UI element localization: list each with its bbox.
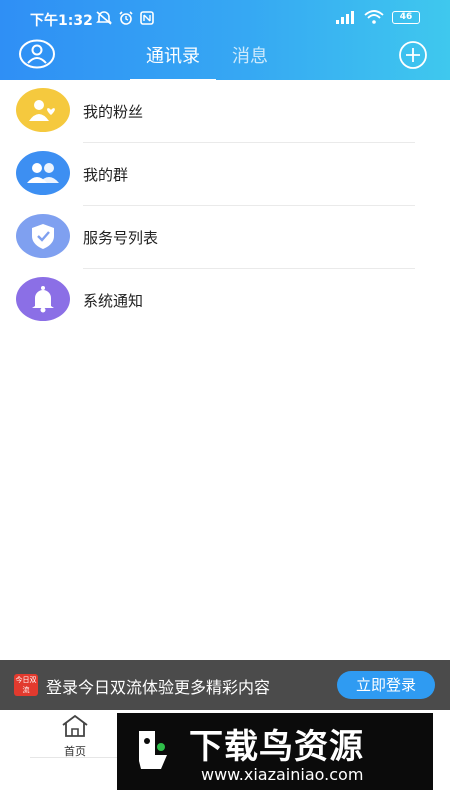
watermark-overlay: 下载鸟资源 www.xiazainiao.com bbox=[117, 713, 433, 790]
add-button[interactable] bbox=[398, 40, 428, 70]
status-time: 下午1:32 bbox=[30, 13, 93, 29]
bell-icon-bg bbox=[16, 277, 70, 321]
list-item-label: 我的粉丝 bbox=[83, 103, 144, 121]
group-icon bbox=[27, 163, 59, 183]
nfc-icon bbox=[140, 11, 154, 25]
plus-circle-icon bbox=[399, 41, 427, 69]
nav-home[interactable]: 首页 bbox=[50, 714, 100, 759]
fans-icon-bg bbox=[16, 88, 70, 132]
list-item-service-accounts[interactable]: 服务号列表 bbox=[0, 206, 450, 269]
app-header: 下午1:32 46 通讯录 消息 bbox=[0, 0, 450, 82]
fans-icon bbox=[29, 100, 55, 121]
login-promo-banner: 今日双流 登录今日双流体验更多精彩内容 立即登录 bbox=[0, 660, 450, 710]
bell-icon bbox=[32, 286, 54, 313]
status-bar: 下午1:32 46 bbox=[0, 0, 450, 36]
tab-messages[interactable]: 消息 bbox=[216, 40, 284, 74]
notification-muted-icon bbox=[96, 11, 112, 25]
list-item-label: 服务号列表 bbox=[83, 229, 159, 247]
app-logo-text: 今日双流 bbox=[15, 676, 37, 694]
alarm-icon bbox=[119, 11, 133, 25]
wifi-icon bbox=[364, 10, 384, 24]
contacts-list: 我的粉丝 我的群 服务号列表 系统通知 bbox=[0, 80, 450, 332]
login-now-button[interactable]: 立即登录 bbox=[337, 671, 435, 699]
tab-contacts[interactable]: 通讯录 bbox=[130, 40, 216, 82]
app-logo: 今日双流 bbox=[14, 674, 38, 696]
list-item-groups[interactable]: 我的群 bbox=[0, 143, 450, 206]
divider bbox=[30, 757, 120, 758]
list-item-fans[interactable]: 我的粉丝 bbox=[0, 80, 450, 143]
shield-check-icon bbox=[32, 224, 54, 249]
list-item-label: 系统通知 bbox=[83, 292, 144, 310]
status-notification-icons bbox=[96, 11, 154, 25]
battery-indicator: 46 bbox=[392, 10, 420, 24]
list-item-system-notifications[interactable]: 系统通知 bbox=[0, 269, 450, 332]
header-tabs: 通讯录 消息 bbox=[130, 40, 284, 82]
status-right-icons: 46 bbox=[334, 10, 420, 24]
profile-avatar-button[interactable] bbox=[18, 39, 56, 69]
shield-icon-bg bbox=[16, 214, 70, 258]
group-icon-bg bbox=[16, 151, 70, 195]
list-item-label: 我的群 bbox=[83, 166, 129, 184]
user-circle-icon bbox=[19, 39, 55, 69]
watermark-title: 下载鸟资源 bbox=[189, 727, 364, 767]
home-icon bbox=[62, 714, 88, 737]
bird-logo-icon bbox=[139, 731, 167, 769]
banner-text: 登录今日双流体验更多精彩内容 bbox=[46, 678, 271, 697]
signal-icon bbox=[336, 11, 354, 24]
watermark-url: www.xiazainiao.com bbox=[201, 765, 364, 784]
